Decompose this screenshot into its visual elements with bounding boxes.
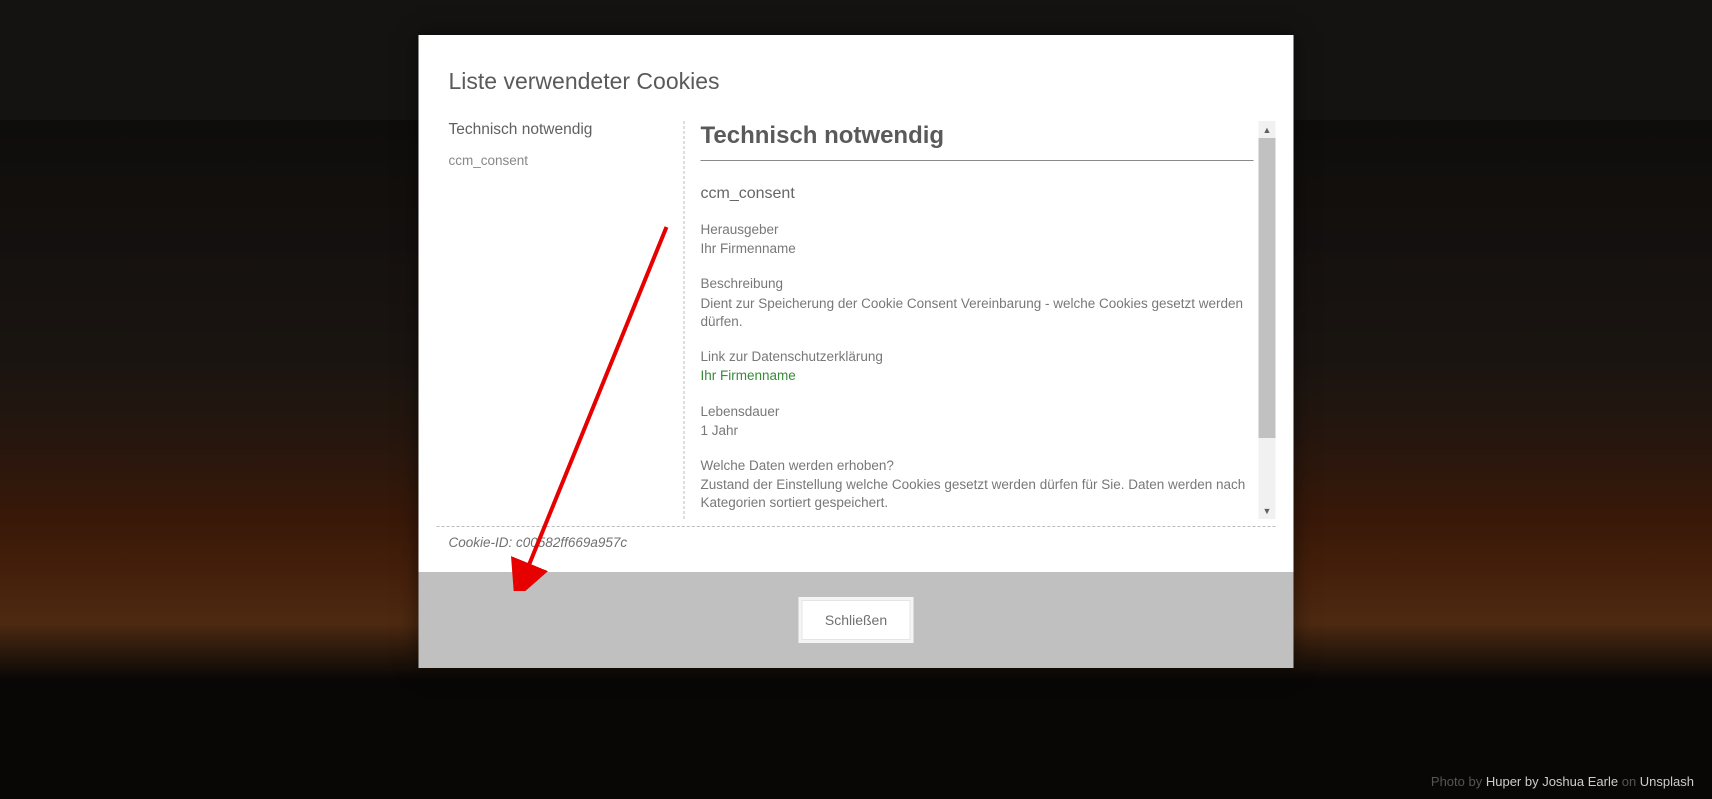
modal-body: Technisch notwendig ccm_consent Technisc… xyxy=(419,103,1294,521)
privacy-link[interactable]: Ihr Firmenname xyxy=(701,368,796,383)
detail-scrollbar[interactable]: ▲ ▼ xyxy=(1259,121,1276,519)
modal-footer-bar: Schließen xyxy=(419,572,1294,668)
detail-cookie-name: ccm_consent xyxy=(701,185,1254,203)
cookie-detail-panel: Technisch notwendig ccm_consent Herausge… xyxy=(684,121,1276,519)
field-lifetime-label: Lebensdauer xyxy=(701,403,1254,421)
field-publisher-value: Ihr Firmenname xyxy=(701,240,1254,258)
field-description-label: Beschreibung xyxy=(701,275,1254,293)
cookie-sidebar: Technisch notwendig ccm_consent xyxy=(437,121,684,519)
cookie-id-label: Cookie-ID: xyxy=(449,535,517,550)
scroll-down-arrow-icon[interactable]: ▼ xyxy=(1259,502,1276,519)
credit-on: on xyxy=(1622,774,1640,789)
cookie-id-footer: Cookie-ID: c00582ff669a957c xyxy=(437,526,1276,572)
scroll-up-arrow-icon[interactable]: ▲ xyxy=(1259,121,1276,138)
field-description: Beschreibung Dient zur Speicherung der C… xyxy=(701,275,1254,331)
close-button[interactable]: Schließen xyxy=(802,600,910,640)
field-collected-value: Zustand der Einstellung welche Cookies g… xyxy=(701,476,1254,512)
scroll-thumb[interactable] xyxy=(1259,138,1276,438)
field-publisher: Herausgeber Ihr Firmenname xyxy=(701,221,1254,258)
field-collected: Welche Daten werden erhoben? Zustand der… xyxy=(701,457,1254,513)
field-collected-label: Welche Daten werden erhoben? xyxy=(701,457,1254,475)
detail-category-title: Technisch notwendig xyxy=(701,122,1254,161)
modal-title: Liste verwendeter Cookies xyxy=(419,35,1294,103)
photo-credit: Photo by Huper by Joshua Earle on Unspla… xyxy=(1431,774,1694,789)
cookie-id-value: c00582ff669a957c xyxy=(516,535,627,550)
cookie-list-modal: Liste verwendeter Cookies Technisch notw… xyxy=(419,35,1294,668)
detail-scroll-area[interactable]: Technisch notwendig ccm_consent Herausge… xyxy=(701,121,1276,519)
field-lifetime-value: 1 Jahr xyxy=(701,422,1254,440)
credit-author-link[interactable]: Huper by Joshua Earle xyxy=(1486,774,1618,789)
field-description-value: Dient zur Speicherung der Cookie Consent… xyxy=(701,295,1254,331)
field-privacy-link-label: Link zur Datenschutzerklärung xyxy=(701,348,1254,366)
credit-source-link[interactable]: Unsplash xyxy=(1640,774,1694,789)
sidebar-cookie-item[interactable]: ccm_consent xyxy=(449,153,672,168)
sidebar-category-title: Technisch notwendig xyxy=(449,121,672,139)
field-publisher-label: Herausgeber xyxy=(701,221,1254,239)
field-lifetime: Lebensdauer 1 Jahr xyxy=(701,403,1254,440)
field-privacy-link: Link zur Datenschutzerklärung Ihr Firmen… xyxy=(701,348,1254,385)
credit-prefix: Photo by xyxy=(1431,774,1486,789)
